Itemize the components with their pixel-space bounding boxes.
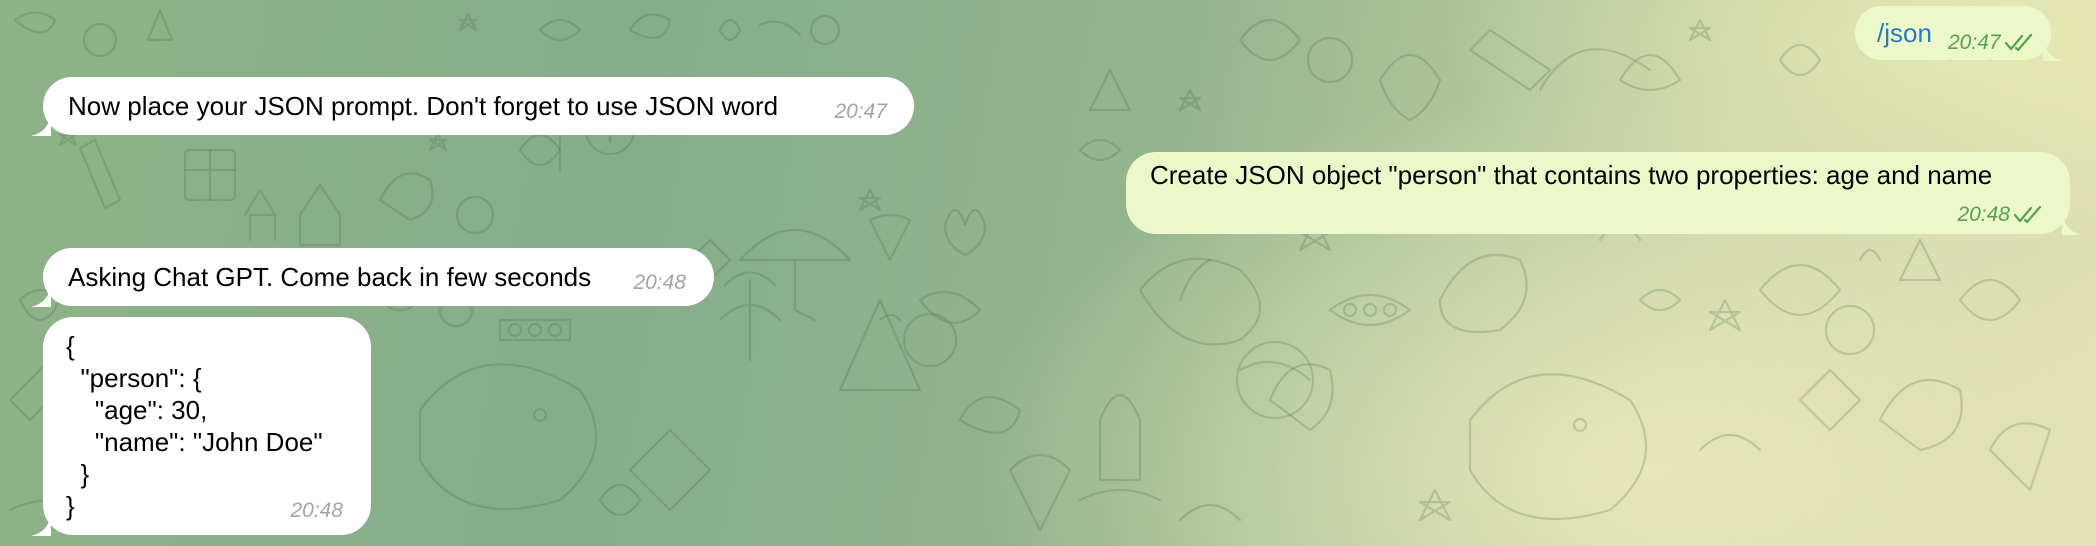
command-link[interactable]: /json (1877, 17, 1932, 49)
bubble-tail (31, 285, 51, 307)
message-incoming: Asking Chat GPT. Come back in few second… (31, 248, 714, 307)
bubble-tail (31, 514, 51, 536)
message-time: 20:47 (1948, 31, 2001, 54)
message-incoming-json: { "person": { "age": 30, "name": "John D… (31, 317, 371, 536)
message-outgoing-command[interactable]: /json 20:47 (1855, 6, 2063, 61)
message-text: Create JSON object "person" that contain… (1150, 160, 1993, 190)
double-check-icon (2004, 34, 2032, 52)
double-check-icon (2014, 206, 2042, 224)
message-time: 20:48 (1957, 203, 2010, 226)
message-meta: 20:47 (1948, 24, 2033, 59)
bubble-tail (31, 114, 51, 136)
message-text: Asking Chat GPT. Come back in few second… (68, 262, 592, 292)
message-time: 20:48 (633, 271, 686, 294)
message-meta: 20:48 (1957, 196, 2042, 231)
bubble-tail (2043, 39, 2063, 61)
bubble-tail (2062, 213, 2082, 235)
message-incoming: Now place your JSON prompt. Don't forget… (31, 77, 914, 136)
message-text: Now place your JSON prompt. Don't forget… (68, 91, 779, 121)
message-outgoing: Create JSON object "person" that contain… (1126, 152, 2082, 235)
message-time: 20:48 (290, 499, 343, 522)
message-json-text: { "person": { "age": 30, "name": "John D… (66, 331, 323, 521)
message-time: 20:47 (834, 100, 887, 123)
